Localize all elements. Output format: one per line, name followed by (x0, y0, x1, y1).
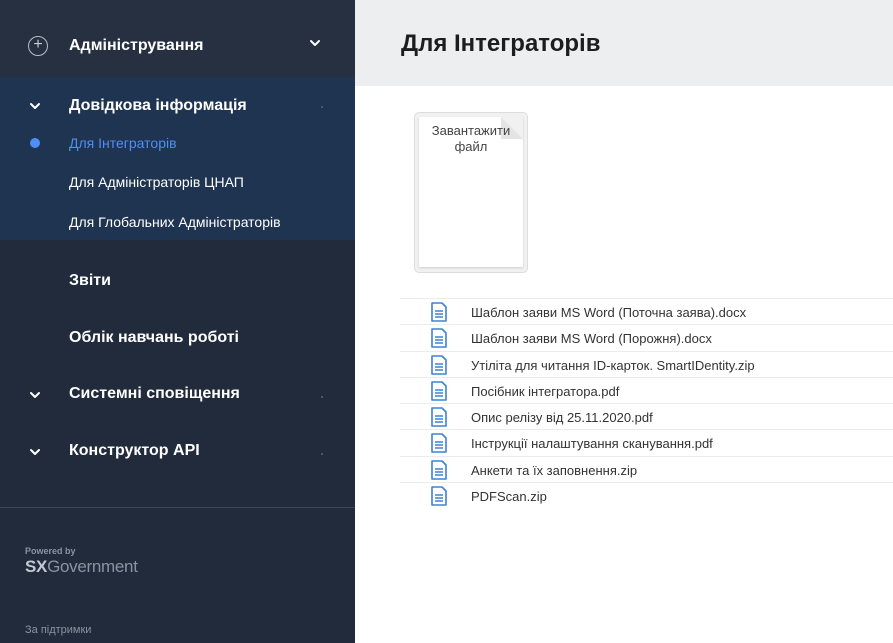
divider-dot (321, 396, 323, 398)
file-list-item[interactable]: Шаблон заяви MS Word (Поточна заява).doc… (400, 298, 893, 324)
document-icon (431, 328, 447, 349)
file-list-item[interactable]: Анкети та їх заповнення.zip (400, 455, 893, 482)
file-list-item[interactable]: Опис релізу від 25.11.2020.pdf (400, 403, 893, 429)
chevron-down-icon[interactable] (29, 100, 41, 112)
upload-file-button[interactable]: Завантажити файл (414, 112, 528, 273)
page-header: Для Інтеграторів (355, 0, 893, 86)
file-list-item[interactable]: Шаблон заяви MS Word (Порожня).docx (400, 324, 893, 350)
brand-logo-rest: Government (47, 557, 138, 576)
file-name[interactable]: Інструкції налаштування сканування.pdf (471, 436, 713, 451)
page-title: Для Інтеграторів (401, 30, 601, 57)
document-icon (431, 381, 447, 401)
file-list-item[interactable]: Утіліта для читання ID-карток. SmartIDen… (400, 350, 893, 377)
sidebar-item-api-constructor[interactable]: Конструктор API (69, 442, 200, 460)
sidebar-item-reports[interactable]: Звіти (69, 272, 111, 290)
sidebar-top: + Адміністрування (0, 0, 355, 77)
file-name[interactable]: PDFScan.zip (471, 489, 547, 504)
sidebar-item-training[interactable]: Облік навчань роботі (69, 329, 239, 347)
support-label: За підтримки (25, 624, 92, 636)
brand-logo-bold: SX (25, 557, 48, 576)
sidebar-divider (0, 507, 355, 508)
file-list-item[interactable]: Посібник інтегратора.pdf (400, 376, 893, 403)
brand-logo: SXGovernment (25, 557, 138, 577)
sidebar-item-notifications[interactable]: Системні сповіщення (69, 385, 240, 403)
document-icon (431, 433, 447, 454)
file-list-item[interactable]: Інструкції налаштування сканування.pdf (400, 429, 893, 455)
document-icon (431, 459, 447, 480)
file-list-item[interactable]: PDFScan.zip (400, 482, 893, 508)
sidebar-item-label: Адміністрування (69, 37, 204, 54)
file-name[interactable]: Анкети та їх заповнення.zip (471, 463, 637, 478)
sidebar: + Адміністрування Довідкова інформація Д… (0, 0, 355, 643)
file-list: Шаблон заяви MS Word (Поточна заява).doc… (400, 298, 893, 508)
sidebar-item-cnap-admins[interactable]: Для Адміністраторів ЦНАП (69, 174, 244, 190)
chevron-down-icon[interactable] (29, 389, 41, 401)
active-indicator (30, 138, 40, 148)
divider-dot (321, 453, 323, 455)
file-name[interactable]: Опис релізу від 25.11.2020.pdf (471, 410, 653, 425)
file-name[interactable]: Утіліта для читання ID-карток. SmartIDen… (471, 358, 755, 373)
divider-dot (321, 106, 323, 108)
upload-label: Завантажити файл (431, 123, 511, 154)
chevron-down-icon (310, 40, 320, 46)
sidebar-item-global-admins[interactable]: Для Глобальних Адміністраторів (69, 214, 281, 230)
file-name[interactable]: Шаблон заяви MS Word (Порожня).docx (471, 331, 712, 346)
document-icon (431, 354, 447, 375)
sidebar-item-integrators[interactable]: Для Інтеграторів (69, 135, 177, 151)
document-icon (431, 486, 447, 506)
document-icon (431, 302, 447, 322)
sidebar-group-reference: Довідкова інформація Для Інтеграторів Дл… (0, 77, 355, 240)
plus-circle-icon: + (28, 36, 48, 56)
sidebar-item-administration[interactable]: + Адміністрування (0, 28, 355, 64)
file-name[interactable]: Посібник інтегратора.pdf (471, 384, 619, 399)
powered-by-label: Powered by (25, 546, 76, 556)
sidebar-group-title[interactable]: Довідкова інформація (69, 97, 247, 115)
chevron-down-icon[interactable] (29, 446, 41, 458)
file-name[interactable]: Шаблон заяви MS Word (Поточна заява).doc… (471, 305, 746, 320)
document-icon (431, 407, 447, 427)
